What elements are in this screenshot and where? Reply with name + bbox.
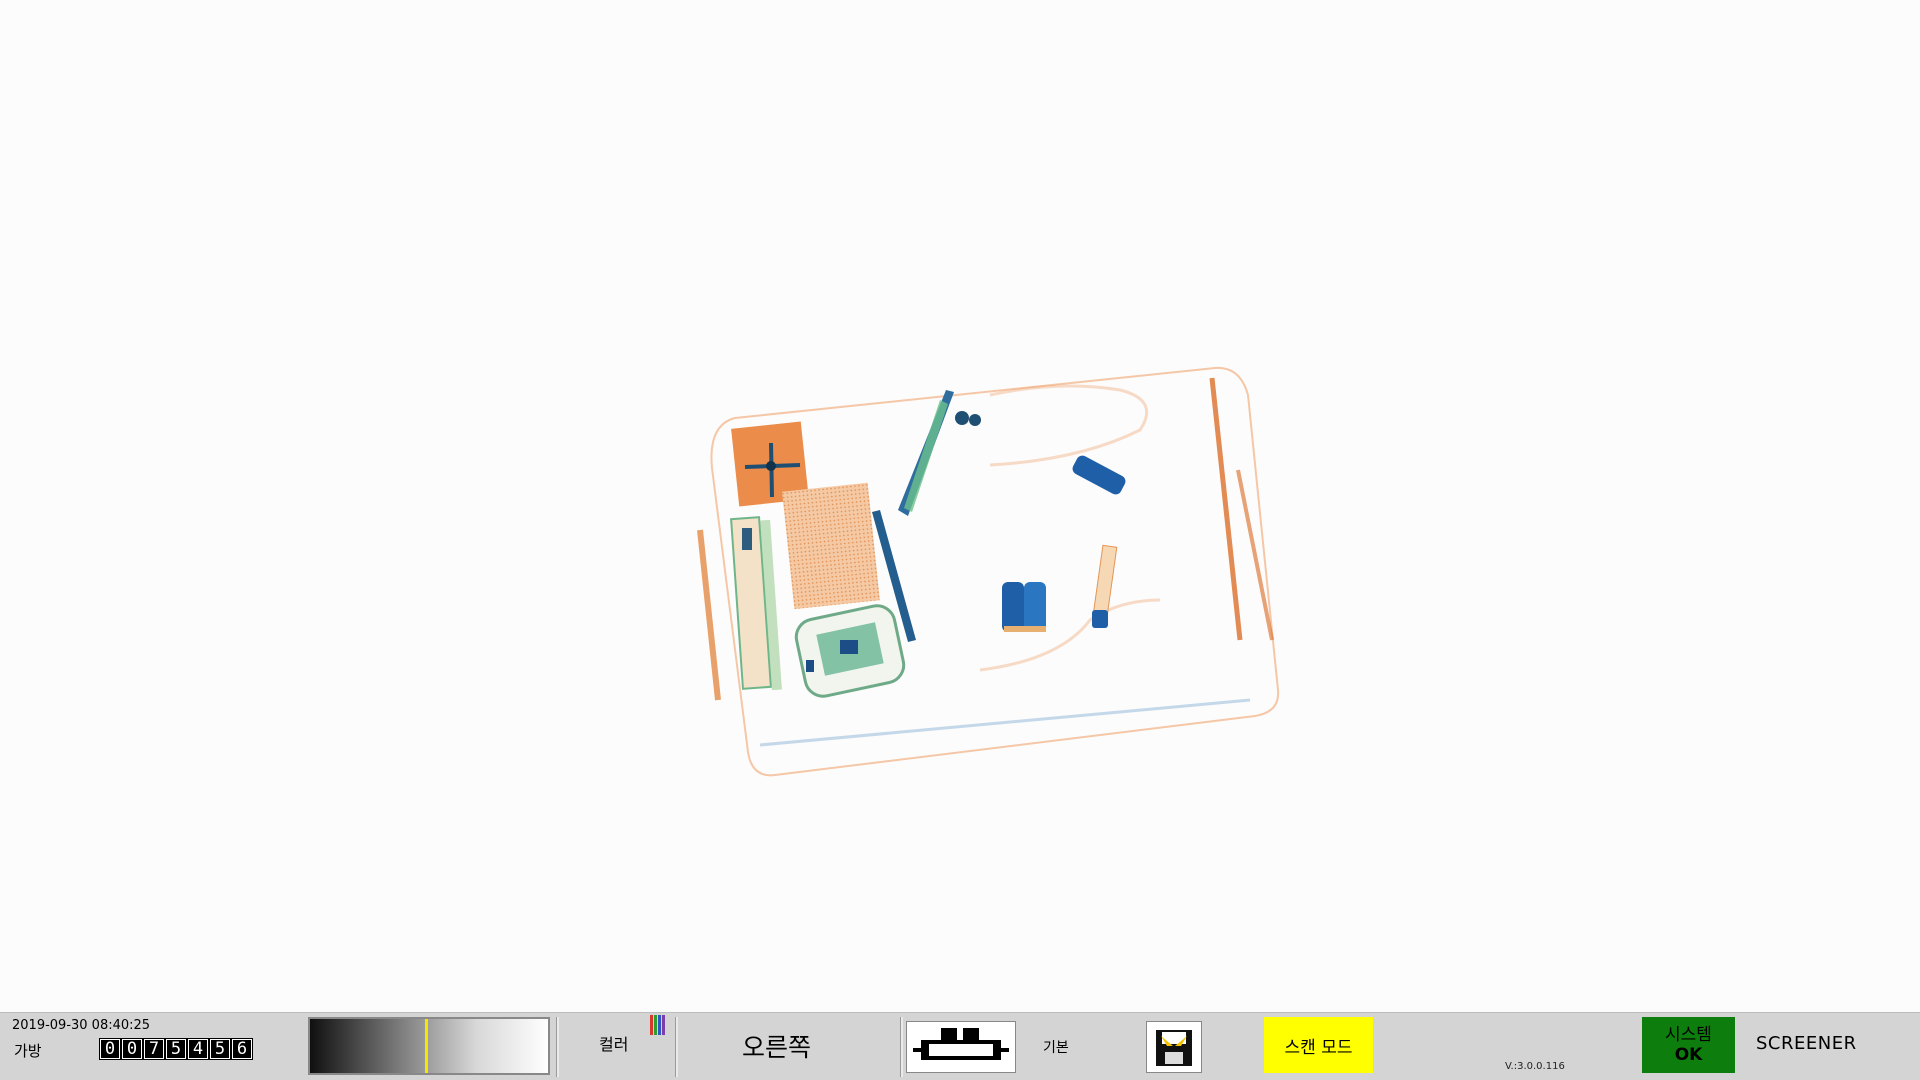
- gray-level-slider[interactable]: [308, 1017, 550, 1075]
- bag-counter-digit: 4: [187, 1038, 209, 1060]
- save-image-button[interactable]: [1146, 1021, 1202, 1073]
- scan-datetime: 2019-09-30 08:40:25: [12, 1018, 151, 1033]
- divider: [556, 1017, 559, 1077]
- xray-object-battery: [1072, 455, 1126, 495]
- bag-counter-digit: 0: [99, 1038, 121, 1060]
- bag-counter-digit: 0: [121, 1038, 143, 1060]
- bag-counter-digit: 7: [143, 1038, 165, 1060]
- bag-counter-digit: 6: [231, 1038, 253, 1060]
- version-label: V.:3.0.0.116: [1505, 1061, 1565, 1072]
- xray-image-viewer[interactable]: [0, 0, 1920, 1012]
- xray-object-circuit-board: [794, 604, 906, 698]
- scan-mode-button[interactable]: 스캔 모드: [1264, 1017, 1373, 1073]
- color-palette-icon: [650, 1015, 665, 1035]
- conveyor-belt-button[interactable]: [906, 1021, 1016, 1073]
- xray-scan-image: [697, 366, 1280, 777]
- color-bar: [662, 1015, 665, 1035]
- bag-label: 가방: [14, 1042, 42, 1060]
- system-status-value: OK: [1674, 1045, 1703, 1065]
- divider: [675, 1017, 678, 1077]
- xray-object-pen: [1092, 544, 1118, 628]
- gray-level-marker[interactable]: [425, 1019, 429, 1073]
- bag-counter-digit: 5: [165, 1038, 187, 1060]
- bag-counter: 0 0 7 5 4 5 6: [99, 1038, 253, 1060]
- xray-object-scissors: [898, 390, 981, 516]
- xray-object-device: [730, 516, 782, 691]
- conveyor-belt-icon: [913, 1028, 1009, 1060]
- user-role-label: SCREENER: [1756, 1033, 1857, 1054]
- color-bar: [650, 1015, 653, 1035]
- xray-object-battery-pack: [1002, 582, 1046, 632]
- divider: [900, 1017, 903, 1077]
- system-status-indicator: 시스템 OK: [1642, 1017, 1735, 1073]
- color-bar: [658, 1015, 661, 1035]
- view-side-button[interactable]: 오른쪽: [742, 1028, 811, 1064]
- bag-counter-digit: 5: [209, 1038, 231, 1060]
- basic-mode-label[interactable]: 기본: [1043, 1037, 1069, 1057]
- color-bar: [654, 1015, 657, 1035]
- xray-object-pad: [782, 482, 880, 610]
- color-mode-button[interactable]: 컬러: [599, 1031, 628, 1055]
- scan-mode-label: 스캔 모드: [1284, 1037, 1353, 1058]
- status-bar: 2019-09-30 08:40:25 가방 0 0 7 5 4 5 6 컬러 …: [0, 1012, 1920, 1080]
- save-image-icon: [1156, 1030, 1192, 1066]
- system-label: 시스템: [1665, 1025, 1712, 1045]
